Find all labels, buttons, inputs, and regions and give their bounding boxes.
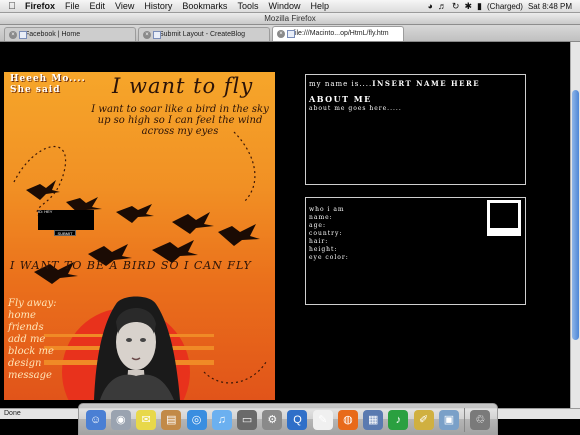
tab-label: file:///Macinto...op/HtmL/fly.htm <box>293 30 389 37</box>
volume-icon[interactable]: ♬ <box>438 1 447 11</box>
link-design[interactable]: design <box>8 358 78 370</box>
info-eye-color: eye color: <box>309 254 349 261</box>
dock-separator <box>464 407 466 432</box>
textedit-icon[interactable]: ✎ <box>312 409 333 430</box>
limewire-icon[interactable]: ♪ <box>388 409 409 430</box>
menu-history[interactable]: History <box>139 1 177 11</box>
menu-help[interactable]: Help <box>305 1 334 11</box>
tab-label: Submit Layout - CreateBlog <box>159 31 245 38</box>
name-value: INSERT NAME HERE <box>372 79 481 88</box>
menu-tools[interactable]: Tools <box>232 1 263 11</box>
tab-strip: × Facebook | Home × Submit Layout - Crea… <box>0 25 580 42</box>
login-label: ID: HEY <box>38 209 53 214</box>
menu-firefox[interactable]: Firefox <box>20 1 60 11</box>
menu-edit[interactable]: Edit <box>85 1 111 11</box>
bird-silhouette <box>218 224 260 246</box>
bird-silhouette <box>26 180 60 200</box>
vertical-scrollbar[interactable] <box>570 42 580 408</box>
info-height: height: <box>309 246 338 253</box>
link-block-me[interactable]: block me <box>8 346 78 358</box>
tab-createblog[interactable]: × Submit Layout - CreateBlog <box>138 27 270 41</box>
about-title: ABOUT ME <box>309 94 372 104</box>
window-title-bar[interactable]: Mozilla Firefox <box>0 13 580 25</box>
ichat-icon[interactable]: ◉ <box>110 409 131 430</box>
wifi-icon[interactable]: ◕ <box>427 1 432 11</box>
firefox-icon[interactable]: ◍ <box>337 409 358 430</box>
link-add-me[interactable]: add me <box>8 334 78 346</box>
menu-bar:  Firefox File Edit View History Bookmar… <box>0 0 580 13</box>
photo-placeholder <box>490 203 518 228</box>
submit-button[interactable]: SUBMIT <box>54 230 76 236</box>
link-friends[interactable]: friends <box>8 322 78 334</box>
window-title: Mozilla Firefox <box>264 14 316 23</box>
dotted-path <box>203 361 267 384</box>
menu-extras: ◕ ♬ ↻ ✱ ▮ (Charged) Sat 8:48 PM <box>427 1 580 12</box>
battery-icon[interactable]: ▮ <box>477 1 482 12</box>
quicktime-icon[interactable]: Q <box>287 409 308 430</box>
menu-bookmarks[interactable]: Bookmarks <box>177 1 232 11</box>
tab-label: Facebook | Home <box>25 31 81 38</box>
name-line: my name is....INSERT NAME HERE <box>309 79 522 88</box>
close-icon[interactable]: × <box>277 30 285 38</box>
clock[interactable]: Sat 8:48 PM <box>528 2 572 11</box>
itunes-icon[interactable]: ♫ <box>211 409 232 430</box>
trash-icon[interactable]: ♲ <box>470 409 491 430</box>
link-message[interactable]: message <box>8 370 78 382</box>
apple-icon[interactable]:  <box>4 1 20 12</box>
page-icon <box>19 31 27 39</box>
menu-file[interactable]: File <box>60 1 85 11</box>
info-hair: hair: <box>309 238 329 245</box>
address-book-icon[interactable]: ▤ <box>161 409 182 430</box>
profile-panel: my name is....INSERT NAME HERE ABOUT ME … <box>305 74 526 185</box>
finder-icon[interactable]: ☺ <box>85 409 106 430</box>
link-home[interactable]: home <box>8 310 78 322</box>
scrollbar-thumb[interactable] <box>572 90 579 340</box>
fly-away-links: Fly away: home friends add me block me d… <box>8 298 78 382</box>
close-icon[interactable]: × <box>9 31 17 39</box>
mail-icon[interactable]: ✉ <box>136 409 157 430</box>
name-prefix: my name is.... <box>309 80 373 88</box>
artwork-heading-big: I want to fly <box>112 74 254 98</box>
page-icon <box>287 30 295 38</box>
sync-icon[interactable]: ↻ <box>452 1 460 12</box>
bird-silhouette <box>116 204 154 223</box>
menu-view[interactable]: View <box>110 1 139 11</box>
page-icon <box>153 31 161 39</box>
tab-facebook[interactable]: × Facebook | Home <box>4 27 136 41</box>
tab-fly-htm[interactable]: × file:///Macinto...op/HtmL/fly.htm <box>272 26 404 41</box>
profile-photo[interactable] <box>487 200 521 236</box>
bluetooth-icon[interactable]: ✱ <box>464 1 472 12</box>
system-preferences-icon[interactable]: ⚙ <box>262 409 283 430</box>
fly-away-heading: Fly away: <box>8 298 57 309</box>
iphoto-icon[interactable]: ▣ <box>438 409 459 430</box>
battery-status: (Charged) <box>486 1 523 11</box>
bird-silhouette <box>172 212 214 234</box>
safari-icon[interactable]: ◎ <box>186 409 207 430</box>
info-panel: who i am name: age: country: hair: heigh… <box>305 197 526 305</box>
network-icon[interactable]: ▦ <box>363 409 384 430</box>
menu-window[interactable]: Window <box>263 1 305 11</box>
dock: ☺ ◉ ✉ ▤ ◎ ♫ ▭ ⚙ Q ✎ ◍ ▦ ♪ ✐ ▣ ♲ <box>78 403 498 435</box>
dotted-path <box>233 131 256 203</box>
artwork-poem: I want to soar like a bird in the sky up… <box>91 104 269 137</box>
pencil-icon[interactable]: ✐ <box>413 409 434 430</box>
artwork-bird-line: I WANT TO BE A BIRD SO I CAN FLY <box>10 259 252 272</box>
artwork-heading-small: Heeeh Mo.... She said <box>10 74 86 95</box>
close-icon[interactable]: × <box>143 31 151 39</box>
preview-icon[interactable]: ▭ <box>237 409 258 430</box>
status-text: Done <box>4 410 21 417</box>
layout-artwork: Heeeh Mo.... She said I want to fly I wa… <box>4 72 275 400</box>
page-viewport: Heeeh Mo.... She said I want to fly I wa… <box>0 42 570 408</box>
about-body: about me goes here..... <box>309 105 402 112</box>
